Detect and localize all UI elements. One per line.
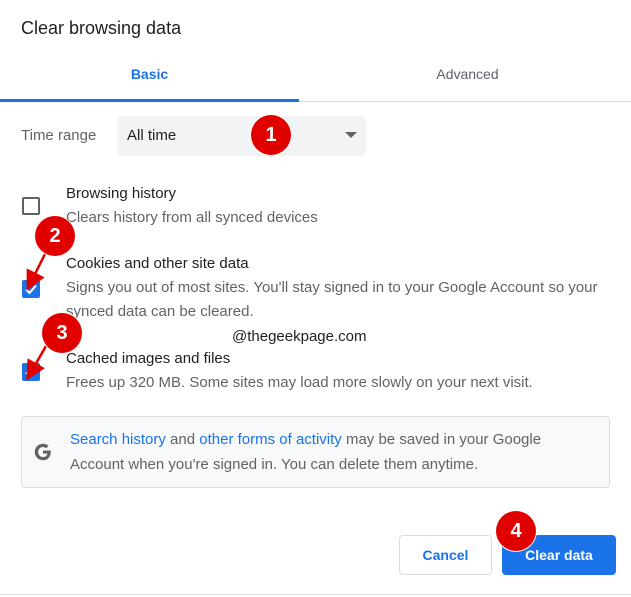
annotation-badge-4: 4	[496, 511, 536, 551]
annotation-badge-1: 1	[251, 115, 291, 155]
annotation-badge-2: 2	[35, 216, 75, 256]
annotation-arrow-2	[26, 251, 48, 291]
annotation-arrow-3	[26, 345, 48, 381]
annotation-badge-3: 3	[42, 313, 82, 353]
annotation-arrows	[26, 251, 48, 381]
